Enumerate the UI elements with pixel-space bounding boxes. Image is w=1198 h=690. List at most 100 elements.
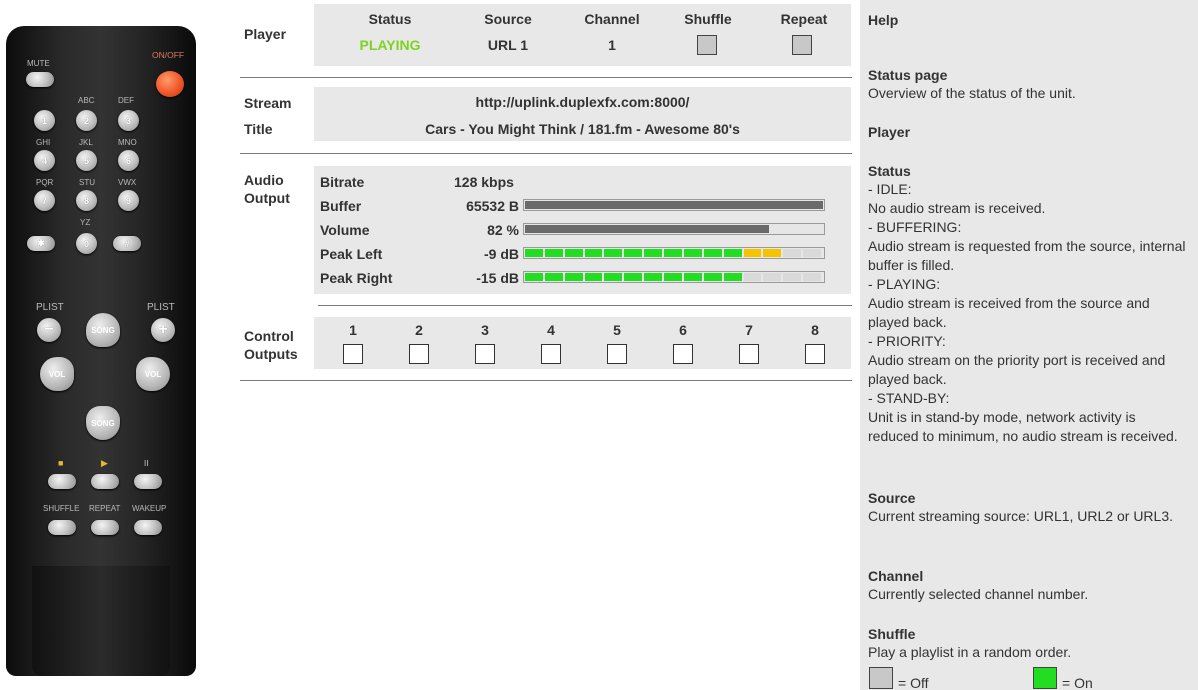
control-outputs-box	[314, 317, 851, 369]
meter-segment	[783, 249, 802, 257]
digit-1-button[interactable]: 1	[34, 110, 55, 131]
digit-5-label: 5	[83, 155, 89, 166]
volume-value: 82 %	[487, 222, 519, 238]
repeat-remote-button[interactable]	[91, 520, 119, 535]
divider	[240, 153, 852, 154]
meter-segment	[584, 273, 603, 281]
output-6-checkbox[interactable]	[673, 344, 693, 364]
output-number-6: 6	[679, 322, 687, 338]
output-number-1: 1	[349, 322, 357, 338]
digit-2-button[interactable]: 2	[76, 110, 97, 131]
output-5-checkbox[interactable]	[607, 344, 627, 364]
digit-0-button[interactable]: 0	[76, 233, 97, 254]
digit-8-button[interactable]: 8	[76, 190, 97, 211]
digit-6-button[interactable]: 6	[118, 150, 139, 171]
off-swatch	[869, 667, 893, 689]
buffer-bar-fill	[525, 201, 823, 209]
song-down-button[interactable]: SONG	[86, 406, 120, 440]
divider	[240, 77, 852, 78]
digit-4-button[interactable]: 4	[34, 150, 55, 171]
digit-3-label: 3	[125, 115, 131, 126]
plist-prev-button[interactable]: −	[37, 318, 61, 342]
pause-button[interactable]	[134, 474, 162, 489]
peak-right-meter	[523, 271, 825, 283]
title-label: Title	[244, 121, 273, 137]
hash-icon: #	[124, 238, 130, 249]
shuffle-remote-label: SHUFFLE	[43, 504, 80, 513]
output-8-checkbox[interactable]	[805, 344, 825, 364]
on-legend-label: = On	[1062, 675, 1093, 690]
minus-icon: −	[44, 321, 54, 338]
plus-icon: +	[158, 321, 168, 338]
stream-title: Cars - You Might Think / 181.fm - Awesom…	[425, 121, 740, 137]
digit-9-button[interactable]: 9	[118, 190, 139, 211]
letters-vwx: VWX	[118, 178, 137, 187]
source-value: URL 1	[487, 37, 529, 53]
meter-segment	[664, 249, 682, 257]
star-button[interactable]: ✱	[27, 236, 55, 251]
divider	[240, 380, 852, 381]
plist-next-button[interactable]: +	[151, 318, 175, 342]
peak-left-meter	[523, 247, 825, 259]
plist-left-label: PLIST	[36, 302, 64, 313]
mute-button[interactable]	[26, 72, 54, 87]
repeat-header: Repeat	[780, 11, 828, 27]
meter-segment	[564, 249, 583, 257]
hash-button[interactable]: #	[113, 236, 141, 251]
output-7-checkbox[interactable]	[739, 344, 759, 364]
meter-segment	[683, 273, 702, 281]
meter-segment	[604, 249, 623, 257]
meter-segment	[624, 249, 643, 257]
song-up-label: SONG	[91, 325, 115, 335]
status-header: Status	[368, 11, 412, 27]
play-button[interactable]	[91, 474, 119, 489]
digit-7-button[interactable]: 7	[34, 190, 55, 211]
help-shuffle-title: Shuffle	[868, 626, 916, 642]
digit-6-label: 6	[125, 155, 131, 166]
stop-button[interactable]	[48, 474, 76, 489]
peak-left-value: -9 dB	[484, 246, 519, 262]
power-button[interactable]	[156, 71, 184, 97]
vol-up-button[interactable]: VOL	[136, 357, 170, 391]
help-status-line: - PRIORITY:	[868, 333, 946, 349]
output-4-checkbox[interactable]	[541, 344, 561, 364]
meter-segment	[723, 273, 742, 281]
meter-segment	[664, 273, 682, 281]
volume-label: Volume	[320, 222, 370, 238]
shuffle-remote-button[interactable]	[48, 520, 76, 535]
divider	[318, 305, 852, 306]
output-3-checkbox[interactable]	[475, 344, 495, 364]
output-2-checkbox[interactable]	[409, 344, 429, 364]
output-label: Output	[244, 190, 290, 206]
digit-3-button[interactable]: 3	[118, 110, 139, 131]
on-swatch	[1033, 667, 1057, 689]
help-status-line: Unit is in stand-by mode, network activi…	[868, 409, 1178, 444]
repeat-checkbox[interactable]	[792, 35, 812, 55]
stream-url: http://uplink.duplexfx.com:8000/	[475, 94, 690, 110]
help-status-list: - IDLE: No audio stream is received. - B…	[868, 180, 1190, 446]
on-off-label: ON/OFF	[152, 50, 185, 60]
help-status-line: No audio stream is received.	[868, 200, 1046, 216]
output-number-3: 3	[481, 322, 489, 338]
stream-label: Stream	[244, 95, 292, 111]
remote-control-image: MUTE ON/OFF ABC DEF GHI JKL MNO PQR STU …	[0, 0, 210, 690]
peak-left-label: Peak Left	[320, 246, 383, 262]
shuffle-checkbox[interactable]	[697, 35, 717, 55]
output-1-checkbox[interactable]	[343, 344, 363, 364]
wakeup-remote-button[interactable]	[134, 520, 162, 535]
song-down-label: SONG	[91, 418, 115, 428]
song-up-button[interactable]: SONG	[86, 313, 120, 347]
letters-pqr: PQR	[36, 178, 54, 187]
star-icon: ✱	[37, 238, 45, 248]
help-status-line: - STAND-BY:	[868, 390, 950, 406]
vol-down-button[interactable]: VOL	[40, 357, 74, 391]
peak-right-value: -15 dB	[476, 270, 519, 286]
meter-segment	[723, 249, 742, 257]
outputs-label: Outputs	[244, 346, 298, 362]
letters-abc: ABC	[78, 96, 95, 105]
digit-2-label: 2	[83, 115, 89, 126]
meter-segment	[525, 273, 543, 281]
help-title: Help	[868, 12, 899, 28]
digit-5-button[interactable]: 5	[76, 150, 97, 171]
help-status-line: - PLAYING:	[868, 276, 941, 292]
